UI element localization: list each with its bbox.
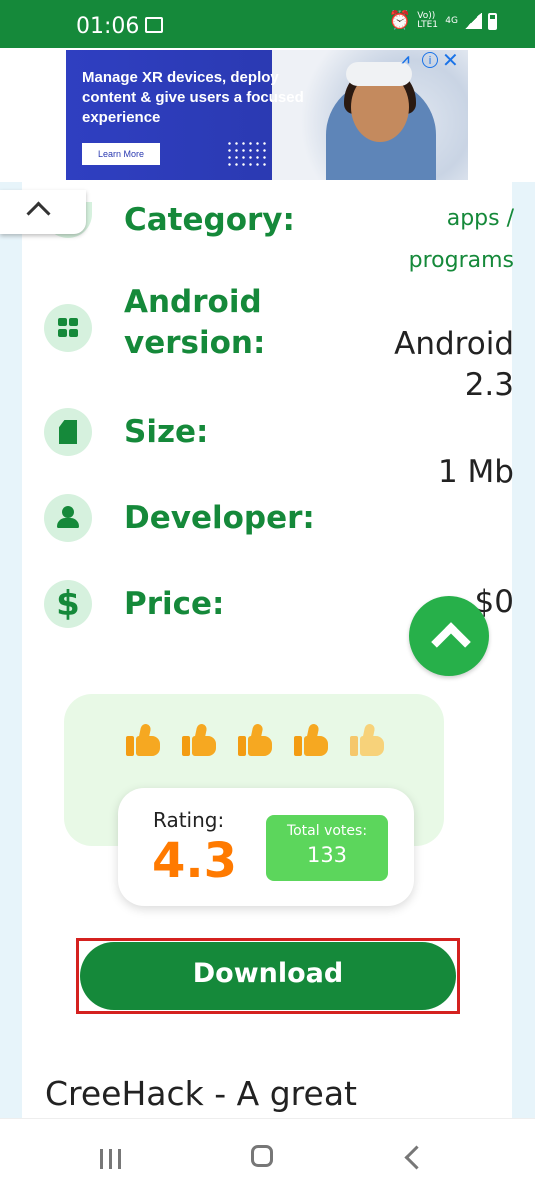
rating-card: Rating: 4.3 Total votes: 133 xyxy=(118,788,414,906)
detail-label: Price: xyxy=(124,586,225,622)
detail-label: Category: xyxy=(124,202,295,238)
thumbs-up-icon[interactable] xyxy=(126,723,160,758)
signal-icon xyxy=(464,13,482,29)
ad-area: Manage XR devices, deploy content & give… xyxy=(0,48,535,182)
detail-row-category: Category: apps / programs xyxy=(44,196,514,280)
download-button[interactable]: Download xyxy=(80,942,456,1010)
sdcard-icon xyxy=(44,408,92,456)
collapse-ad-tab[interactable] xyxy=(0,190,86,234)
ad-headline: Manage XR devices, deploy content & give… xyxy=(82,69,304,126)
navigation-bar xyxy=(0,1118,535,1195)
detail-row-android-version: Android version: Android 2.3 xyxy=(44,284,514,406)
rating-thumbs[interactable] xyxy=(126,723,384,758)
person-icon xyxy=(44,494,92,542)
thumbs-up-icon[interactable] xyxy=(350,723,384,758)
total-votes-count: 133 xyxy=(306,843,348,867)
ad-dots-decoration xyxy=(226,140,266,170)
thumbs-up-icon[interactable] xyxy=(238,723,272,758)
close-icon[interactable]: ✕ xyxy=(442,50,459,70)
thumbs-up-icon[interactable] xyxy=(294,723,328,758)
chevron-up-icon xyxy=(26,201,51,226)
recent-apps-icon[interactable] xyxy=(100,1149,124,1169)
category-link[interactable]: apps / programs xyxy=(409,206,514,273)
total-votes-label: Total votes: xyxy=(286,823,368,839)
chevron-up-icon xyxy=(431,622,471,662)
battery-icon xyxy=(488,12,497,30)
volte-icon: Vo)) LTE1 xyxy=(417,11,438,30)
status-indicators: ⏰ Vo)) LTE1 4G xyxy=(389,12,497,30)
detail-value: Android 2.3 xyxy=(394,326,514,403)
detail-value: 1 Mb xyxy=(437,454,514,490)
rating-value: 4.3 xyxy=(152,833,238,889)
image-notification-icon xyxy=(145,17,163,33)
rating-label: Rating: xyxy=(153,808,225,832)
total-votes-badge: Total votes: 133 xyxy=(266,815,388,881)
network-type: 4G xyxy=(445,15,458,26)
ad-learn-more-button[interactable]: Learn More xyxy=(82,143,160,165)
clock: 01:06 xyxy=(76,14,140,39)
detail-value[interactable]: apps / programs xyxy=(394,198,514,282)
home-icon[interactable] xyxy=(251,1145,273,1167)
detail-label: Developer: xyxy=(124,500,315,536)
ad-banner[interactable]: Manage XR devices, deploy content & give… xyxy=(66,50,468,180)
detail-row-size: Size: 1 Mb xyxy=(44,408,514,490)
detail-row-developer: Developer: xyxy=(44,494,514,574)
scroll-to-top-button[interactable] xyxy=(409,596,489,676)
status-bar: 01:06 ⏰ Vo)) LTE1 4G xyxy=(0,0,535,48)
ad-controls: ⩘ i ✕ xyxy=(402,50,459,70)
grid-icon xyxy=(44,304,92,352)
detail-label: Android version: xyxy=(124,284,266,361)
alarm-icon: ⏰ xyxy=(388,10,412,31)
dollar-icon: $ xyxy=(44,580,92,628)
info-icon[interactable]: i xyxy=(422,52,438,68)
app-description-heading: CreeHack - A great xyxy=(45,1074,357,1113)
detail-label: Size: xyxy=(124,414,209,450)
back-icon[interactable] xyxy=(404,1145,429,1170)
thumbs-up-icon[interactable] xyxy=(182,723,216,758)
adchoices-icon[interactable]: ⩘ xyxy=(402,52,418,68)
